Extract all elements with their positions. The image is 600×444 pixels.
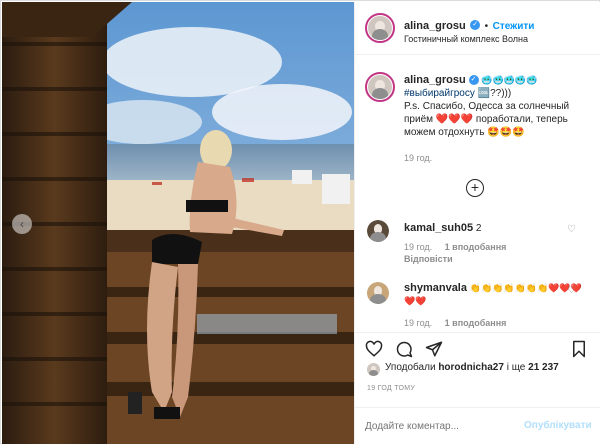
liker-avatar[interactable]: [367, 363, 380, 376]
post-time-ago[interactable]: 19 ГОД ТОМУ: [367, 385, 415, 392]
caption-emoji-line: 🥶🥶🥶🥶🥶: [481, 75, 538, 85]
publish-button[interactable]: Опублікувати: [524, 420, 592, 431]
load-more-comments-icon[interactable]: +: [466, 179, 484, 197]
separator-dot: •: [484, 21, 489, 32]
comment-likes[interactable]: 1 вподобання: [445, 318, 507, 328]
likes-prefix: Уподобали: [385, 362, 436, 373]
caption-hashtag[interactable]: #выбирайгросу: [404, 88, 475, 99]
comment-bubble-icon[interactable]: [395, 340, 413, 358]
comment-username[interactable]: shymanvala: [404, 282, 467, 294]
comment-meta: 19 год. 1 вподобання: [404, 318, 506, 328]
previous-arrow-icon[interactable]: ‹: [12, 214, 32, 234]
like-heart-icon[interactable]: [365, 340, 383, 358]
caption-verified-icon: ✓: [468, 75, 479, 86]
comment-time[interactable]: 19 год.: [404, 318, 432, 328]
comment-meta: 19 год. 1 вподобання: [404, 242, 506, 252]
comment: shymanvala 👏👏👏👏👏👏👏❤️❤️❤️❤️❤️: [404, 282, 584, 308]
bookmark-icon[interactable]: [571, 340, 587, 358]
caption-username[interactable]: alina_grosu: [404, 74, 466, 86]
post-dialog: ‹ alina_grosu ✓ • Стежити Гостиничный ко…: [0, 0, 600, 444]
post-side-panel: alina_grosu ✓ • Стежити Гостиничный комп…: [354, 2, 600, 444]
caption-avatar[interactable]: [365, 72, 395, 102]
author-username[interactable]: alina_grosu: [404, 20, 466, 32]
comment: kamal_suh05 2: [404, 222, 481, 235]
photo-illustration: [2, 2, 354, 444]
comment-time[interactable]: 19 год.: [404, 242, 432, 252]
action-bar: [355, 332, 600, 364]
comment-like-heart-icon[interactable]: ♡: [567, 224, 576, 235]
caption-text: P.s. Спасибо, Одесса за солнечный приём …: [404, 101, 570, 138]
liker-username[interactable]: horodnicha27: [438, 362, 504, 373]
verified-icon: ✓: [470, 19, 481, 30]
comment-form: Опублікувати: [355, 407, 600, 444]
comment-avatar[interactable]: [367, 282, 389, 304]
likes-suffix: і ще: [506, 362, 526, 373]
comment-likes[interactable]: 1 вподобання: [445, 242, 507, 252]
comment-username[interactable]: kamal_suh05: [404, 222, 473, 234]
share-send-icon[interactable]: [425, 340, 443, 358]
reply-link[interactable]: Відповісти: [404, 254, 453, 264]
comment-avatar[interactable]: [367, 220, 389, 242]
likes-summary: Уподобали horodnicha27 і ще 21 237: [385, 362, 559, 373]
location-link[interactable]: Гостиничный комплекс Волна: [404, 34, 528, 44]
likes-count[interactable]: 21 237: [528, 362, 559, 373]
author-avatar[interactable]: [365, 13, 395, 43]
caption-time[interactable]: 19 год.: [404, 153, 432, 163]
caption: alina_grosu ✓ 🥶🥶🥶🥶🥶 #выбирайгросу 🆒??)))…: [404, 74, 594, 139]
post-header: alina_grosu ✓ • Стежити Гостиничный комп…: [355, 2, 600, 55]
comment-like-heart-icon[interactable]: ♡: [567, 285, 576, 296]
caption-hashtag-suffix: 🆒??))): [477, 88, 512, 99]
comment-input[interactable]: [365, 418, 515, 434]
follow-button[interactable]: Стежити: [493, 21, 535, 32]
comment-text: 2: [475, 223, 482, 234]
post-photo[interactable]: ‹: [2, 2, 354, 444]
